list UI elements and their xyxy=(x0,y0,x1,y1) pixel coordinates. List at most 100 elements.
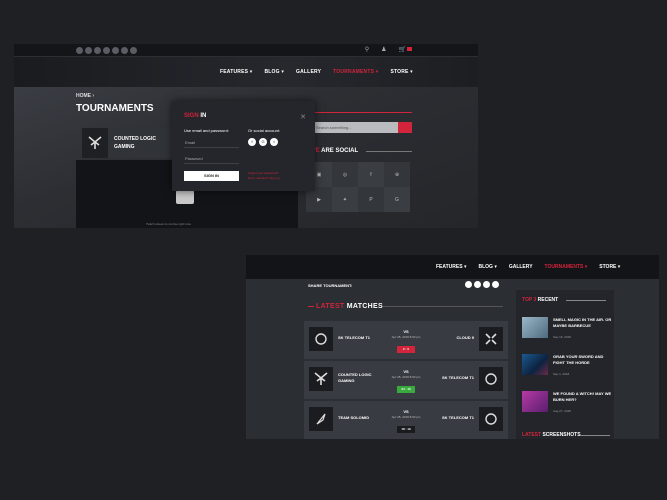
match-vs: VS xyxy=(403,409,409,414)
search-placeholder: Search something... xyxy=(316,125,352,130)
instagram-icon[interactable]: ◎ xyxy=(332,162,358,187)
match-date: Apr 28, 2018 8:00 pm xyxy=(391,415,421,419)
nav-tournaments[interactable]: TOURNAMENTS ▾ xyxy=(333,69,378,75)
search-button[interactable] xyxy=(398,122,412,133)
latest-heading-rest: MATCHES xyxy=(344,303,383,310)
latest-matches-heading: LATEST MATCHES xyxy=(316,303,383,310)
post-title[interactable]: SMELL MAGIC IN THE AIR. OR MAYBE BARBECU… xyxy=(553,317,613,328)
nav-store[interactable]: STORE ▾ xyxy=(390,69,412,75)
nav-store[interactable]: STORE ▾ xyxy=(599,264,620,270)
screenshots-heading-rest: SCREENSHOTS xyxy=(541,432,581,438)
recent-post[interactable]: SMELL MAGIC IN THE AIR. OR MAYBE BARBECU… xyxy=(522,317,612,347)
modal-title: SIGN IN xyxy=(184,113,206,119)
facebook-icon[interactable] xyxy=(465,281,472,288)
register-link[interactable]: Not a member? Sign up xyxy=(248,176,280,181)
modal-title-accent: SIGN xyxy=(184,113,199,119)
post-date: Sep 1, 2018 xyxy=(553,372,570,376)
post-date: Sep 16, 2018 xyxy=(553,335,571,339)
dribbble-icon[interactable] xyxy=(94,47,101,54)
pinterest-icon[interactable] xyxy=(130,47,137,54)
pinterest-icon[interactable] xyxy=(492,281,499,288)
clg-logo-icon xyxy=(82,128,108,158)
post-title[interactable]: GRAB YOUR SWORD AND FIGHT THE HORDE xyxy=(553,354,613,365)
google-plus-icon[interactable]: G xyxy=(384,187,410,212)
tournament-detail-screenshot: FEATURES ▾ BLOG ▾ GALLERY TOURNAMENTS ▾ … xyxy=(246,255,659,439)
breadcrumb[interactable]: HOME › xyxy=(76,93,94,99)
google-icon[interactable] xyxy=(474,281,481,288)
facebook-icon[interactable]: f xyxy=(248,138,256,146)
social-heading-rest: ARE SOCIAL xyxy=(319,148,359,154)
post-date: Aug 27, 2018 xyxy=(553,409,571,413)
modal-title-rest: IN xyxy=(198,113,207,119)
tournaments-page-screenshot: ⚲ ♟ 🛒 FEATURES ▾ BLOG ▾ GALLERY TOURNAME… xyxy=(14,44,478,228)
team-right: CLOUD 9 xyxy=(456,335,474,340)
close-icon[interactable]: ✕ xyxy=(300,113,306,121)
nav-blog[interactable]: BLOG ▾ xyxy=(264,69,284,75)
recent-post[interactable]: WE FOUND A WITCH! MAY WE BURN HER? Aug 2… xyxy=(522,391,612,421)
nav-features[interactable]: FEATURES ▾ xyxy=(220,69,252,75)
top3-line xyxy=(566,300,606,301)
match-row[interactable]: SK TELECOM T1 VS Apr 28, 2018 8:00 pm 2 … xyxy=(304,321,508,359)
instagram-icon[interactable] xyxy=(85,47,92,54)
dribbble-icon[interactable]: ⊕ xyxy=(384,162,410,187)
nav-gallery[interactable]: GALLERY xyxy=(296,69,321,75)
top-bar: ⚲ ♟ 🛒 xyxy=(14,44,478,57)
search-icon[interactable]: ⚲ xyxy=(365,46,369,53)
social-label: Or social account: xyxy=(248,128,281,133)
recent-post[interactable]: GRAB YOUR SWORD AND FIGHT THE HORDE Sep … xyxy=(522,354,612,384)
latest-heading-accent: LATEST xyxy=(316,303,345,310)
google-icon[interactable]: G xyxy=(259,138,267,146)
twitter-icon[interactable] xyxy=(483,281,490,288)
heading-accent-line xyxy=(308,306,314,307)
youtube-icon[interactable] xyxy=(112,47,119,54)
post-thumbnail[interactable] xyxy=(522,354,548,375)
match-score: 24 : 16 xyxy=(397,386,415,393)
match-vs: VS xyxy=(403,329,409,334)
cart-badge xyxy=(407,47,412,51)
post-thumbnail[interactable] xyxy=(522,317,548,338)
match-row[interactable]: TEAM SOLOMID VS Apr 28, 2018 8:00 pm 18 … xyxy=(304,401,508,439)
facebook-icon[interactable] xyxy=(76,47,83,54)
twitter-icon[interactable] xyxy=(103,47,110,54)
top3-heading-accent: TOP 3 xyxy=(522,297,537,303)
twitch-icon[interactable] xyxy=(121,47,128,54)
facebook-icon[interactable]: f xyxy=(358,162,384,187)
match-row[interactable]: COUNTED LOGIC GAMING VS Apr 28, 2018 8:0… xyxy=(304,361,508,399)
email-label: Use email and password: xyxy=(184,128,229,133)
match-vs: VS xyxy=(403,369,409,374)
user-icon[interactable]: ♟ xyxy=(381,46,386,53)
top3-heading: TOP 3 RECENT xyxy=(522,297,558,303)
twitter-icon[interactable]: t xyxy=(270,138,278,146)
nav-gallery[interactable]: GALLERY xyxy=(509,264,533,270)
match-date: Apr 28, 2018 8:00 pm xyxy=(391,375,421,379)
sign-in-button[interactable]: SIGN IN xyxy=(184,171,239,181)
pinterest-icon[interactable]: P xyxy=(358,187,384,212)
social-grid: ▣ ◎ f ⊕ ▶ ✦ P G xyxy=(306,162,412,212)
password-field[interactable]: Password xyxy=(184,153,239,164)
cloud9-logo-icon xyxy=(479,327,503,351)
social-heading-line xyxy=(366,151,412,152)
post-title[interactable]: WE FOUND A WITCH! MAY WE BURN HER? xyxy=(553,391,613,402)
sidebar-divider xyxy=(310,112,412,113)
nav-features[interactable]: FEATURES ▾ xyxy=(436,264,466,270)
nav-tournaments[interactable]: TOURNAMENTS ▾ xyxy=(545,264,588,270)
sign-in-modal: SIGN IN ✕ Use email and password: Or soc… xyxy=(172,101,315,191)
nav-blog[interactable]: BLOG ▾ xyxy=(478,264,496,270)
skt-logo-icon xyxy=(479,367,503,391)
top-social-icons xyxy=(76,47,137,54)
cart-icon[interactable]: 🛒 xyxy=(399,46,412,53)
social-heading: WE ARE SOCIAL xyxy=(310,148,358,154)
main-nav: FEATURES ▾ BLOG ▾ GALLERY TOURNAMENTS ▾ … xyxy=(246,255,659,279)
top3-heading-rest: RECENT xyxy=(536,297,559,303)
skt-logo-icon xyxy=(479,407,503,431)
main-nav: FEATURES ▾ BLOG ▾ GALLERY TOURNAMENTS ▾ … xyxy=(14,57,478,87)
team-right: SK TELECOM T1 xyxy=(441,375,474,380)
screenshots-line xyxy=(580,435,610,436)
stream-message: Twitch stream is not live right now xyxy=(146,222,191,226)
heading-line xyxy=(383,306,503,307)
screenshots-heading-accent: LATEST xyxy=(522,432,542,438)
post-thumbnail[interactable] xyxy=(522,391,548,412)
email-field[interactable]: Email xyxy=(184,137,239,148)
page-title: TOURNAMENTS xyxy=(76,103,154,114)
twitter-icon[interactable]: ✦ xyxy=(332,187,358,212)
